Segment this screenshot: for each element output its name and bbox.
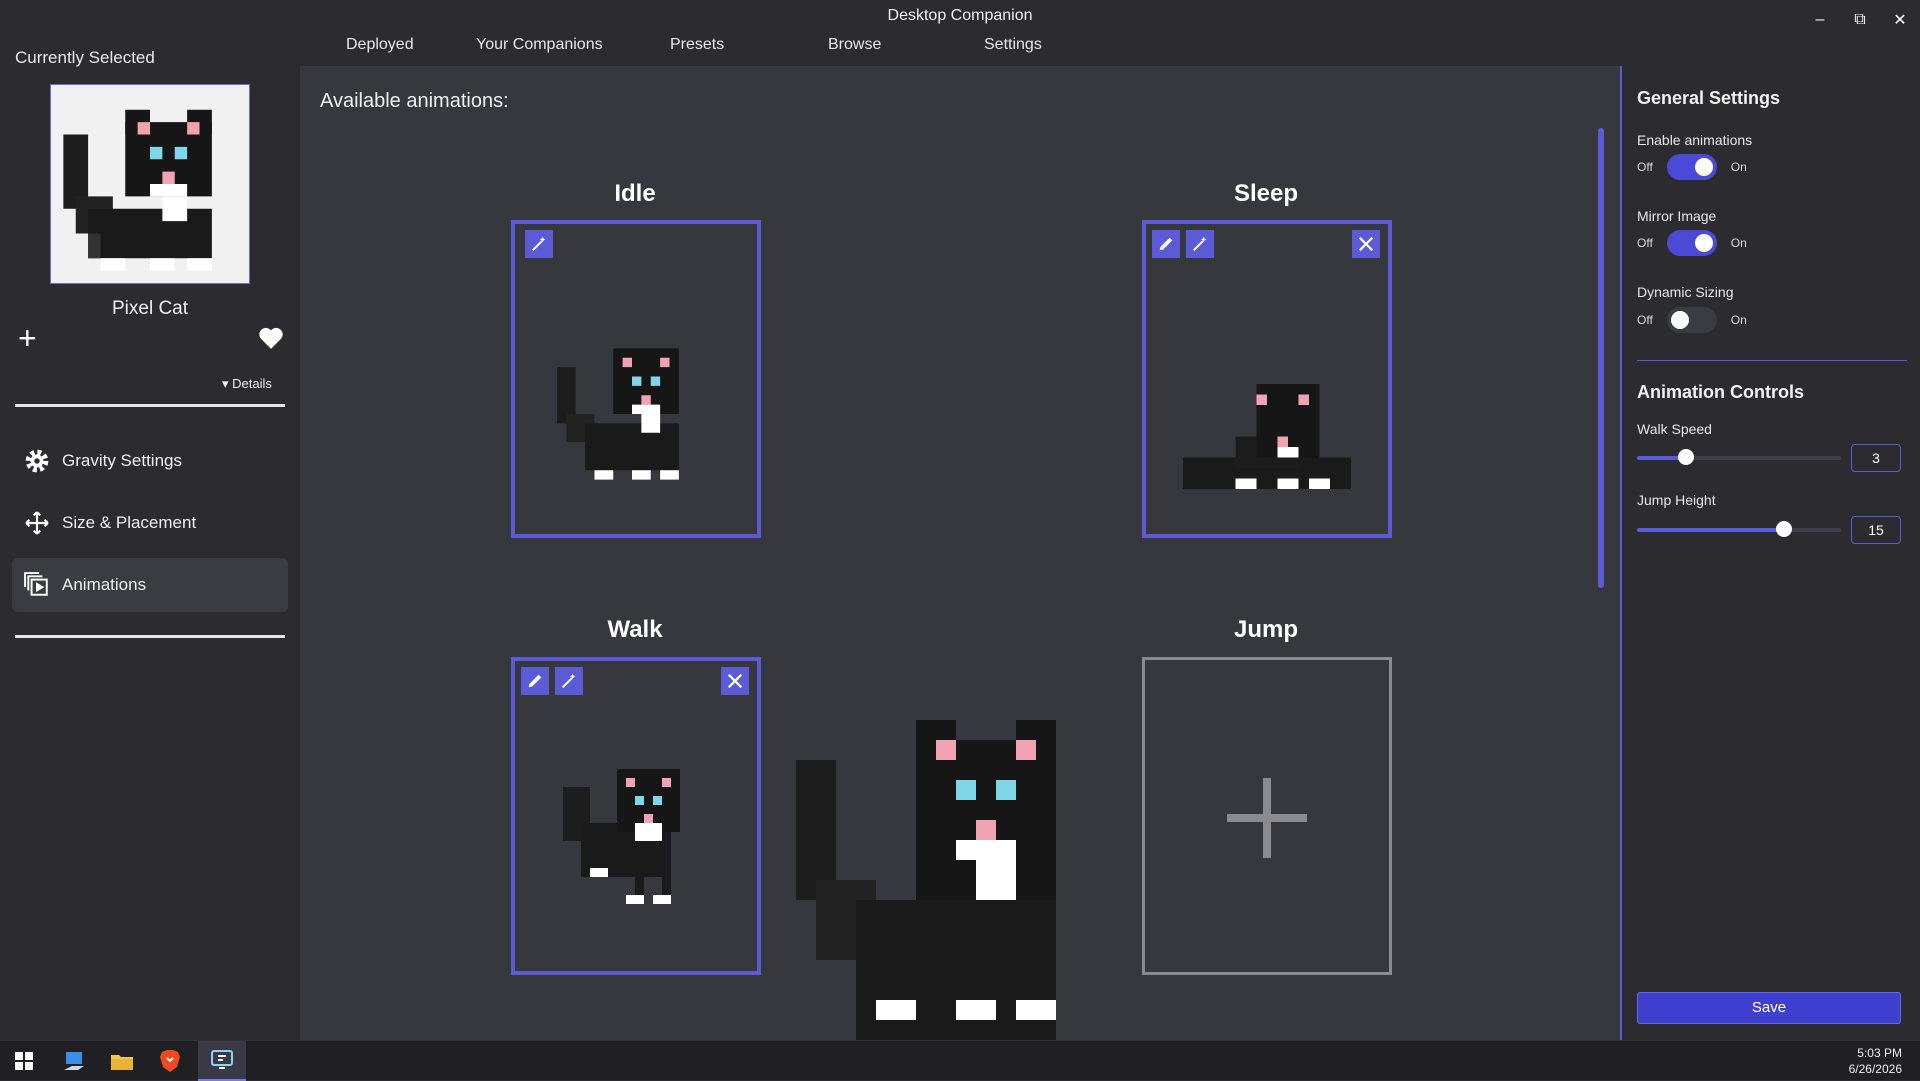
minimize-icon[interactable]: –	[1800, 0, 1840, 40]
add-animation-icon[interactable]	[1227, 778, 1307, 858]
toggle-label-mirror-image: Mirror Image	[1637, 208, 1717, 224]
toggle-on-label: On	[1730, 313, 1747, 327]
details-toggle[interactable]: ▾ Details	[222, 376, 272, 392]
card-title-idle: Idle	[614, 180, 656, 207]
tab-presets[interactable]: Presets	[670, 36, 724, 54]
add-icon[interactable]: +	[18, 322, 37, 354]
cat-sprite-thumbnail	[63, 109, 212, 271]
switch[interactable]	[1666, 307, 1717, 333]
animations-panel: Available animations: Idle Sleep Walk Ju…	[300, 66, 1620, 1040]
animation-card-sleep[interactable]	[1142, 220, 1392, 538]
switch[interactable]	[1666, 154, 1717, 180]
jump-height-input[interactable]: 15	[1851, 516, 1901, 544]
slider-thumb[interactable]	[1775, 521, 1792, 537]
delete-icon[interactable]	[1352, 230, 1380, 258]
general-settings-heading: General Settings	[1637, 88, 1781, 108]
toggle-off-label: Off	[1637, 236, 1653, 250]
sidebar-item-size-placement[interactable]: Size & Placement	[12, 496, 288, 550]
window-controls: – ⧉ ✕	[1800, 0, 1920, 40]
sleep-cat-sprite	[1183, 384, 1351, 489]
walk-speed-slider[interactable]	[1637, 449, 1841, 465]
switch[interactable]	[1666, 230, 1717, 256]
mirror-image-toggle[interactable]: Off On	[1637, 230, 1747, 256]
idle-cat-sprite	[557, 348, 679, 480]
desktop-companion-taskbar-icon[interactable]	[198, 1041, 246, 1081]
settings-divider	[1637, 360, 1907, 361]
windows-start-icon[interactable]	[0, 1041, 48, 1081]
card-title-walk: Walk	[607, 616, 663, 643]
sidebar-item-label: Animations	[62, 575, 147, 594]
delete-icon[interactable]	[721, 667, 749, 695]
card-title-sleep: Sleep	[1233, 180, 1299, 207]
sidebar: Currently Selected Pixel Cat + ▾ Details…	[0, 32, 300, 1040]
heart-icon[interactable]	[258, 326, 284, 355]
jump-height-label: Jump Height	[1637, 492, 1716, 508]
restore-icon[interactable]: ⧉	[1840, 0, 1880, 40]
file-explorer-icon[interactable]	[98, 1041, 146, 1081]
walk-cat-sprite	[563, 769, 680, 904]
taskbar: 5:03 PM 6/26/2026	[0, 1040, 1920, 1081]
magic-wand-icon[interactable]	[1186, 230, 1214, 258]
enable-animations-toggle[interactable]: Off On	[1637, 154, 1747, 180]
toggle-label-dynamic-sizing: Dynamic Sizing	[1637, 284, 1734, 300]
brave-browser-icon[interactable]	[146, 1041, 194, 1081]
settings-panel: General Settings Enable animations Off O…	[1620, 66, 1920, 1040]
sidebar-item-animations[interactable]: Animations	[12, 558, 288, 612]
animation-card-walk[interactable]	[511, 657, 761, 975]
jump-height-slider[interactable]	[1637, 521, 1841, 537]
card-title-jump: Jump	[1233, 616, 1298, 643]
companion-thumbnail	[50, 84, 250, 284]
desktop-companion-cat[interactable]	[796, 720, 1116, 1040]
gear-icon	[12, 448, 62, 474]
magic-wand-icon[interactable]	[525, 230, 553, 258]
animation-card-idle[interactable]	[511, 220, 761, 538]
sidebar-divider	[15, 404, 285, 407]
save-button[interactable]: Save	[1637, 992, 1901, 1024]
system-clock[interactable]: 5:03 PM 6/26/2026	[1849, 1045, 1902, 1077]
currently-selected-label: Currently Selected	[15, 48, 155, 67]
clock-date: 6/26/2026	[1848, 1062, 1902, 1076]
desktop-app-icon[interactable]	[50, 1041, 98, 1081]
toggle-on-label: On	[1730, 160, 1747, 174]
vertical-scrollbar[interactable]	[1598, 128, 1604, 588]
toggle-off-label: Off	[1637, 160, 1653, 174]
app-window: Desktop Companion – ⧉ ✕ Deployed Your Co…	[0, 0, 1920, 1040]
slider-thumb[interactable]	[1677, 449, 1694, 465]
sidebar-divider	[15, 635, 285, 638]
sidebar-item-label: Gravity Settings	[62, 451, 182, 470]
toggle-on-label: On	[1730, 236, 1747, 250]
close-icon[interactable]: ✕	[1880, 0, 1920, 40]
sidebar-item-label: Size & Placement	[62, 513, 197, 532]
animation-card-jump-empty[interactable]	[1142, 657, 1392, 975]
companion-name: Pixel Cat	[111, 298, 189, 319]
animation-controls-heading: Animation Controls	[1637, 382, 1804, 402]
move-icon	[12, 510, 62, 536]
dynamic-sizing-toggle[interactable]: Off On	[1637, 307, 1747, 333]
edit-icon[interactable]	[1152, 230, 1180, 258]
tab-your-companions[interactable]: Your Companions	[476, 36, 603, 54]
walk-speed-input[interactable]: 3	[1851, 444, 1901, 472]
toggle-off-label: Off	[1637, 313, 1653, 327]
tab-deployed[interactable]: Deployed	[346, 36, 414, 54]
tab-browse[interactable]: Browse	[828, 36, 881, 54]
toggle-label-enable-animations: Enable animations	[1637, 132, 1753, 148]
tab-settings[interactable]: Settings	[984, 36, 1042, 54]
sidebar-item-gravity-settings[interactable]: Gravity Settings	[12, 434, 288, 488]
magic-wand-icon[interactable]	[555, 667, 583, 695]
walk-speed-label: Walk Speed	[1637, 421, 1712, 437]
edit-icon[interactable]	[521, 667, 549, 695]
available-animations-heading: Available animations:	[320, 90, 509, 112]
animations-icon	[12, 572, 62, 598]
clock-time: 5:03 PM	[1857, 1046, 1902, 1060]
window-title: Desktop Companion	[887, 7, 1033, 24]
